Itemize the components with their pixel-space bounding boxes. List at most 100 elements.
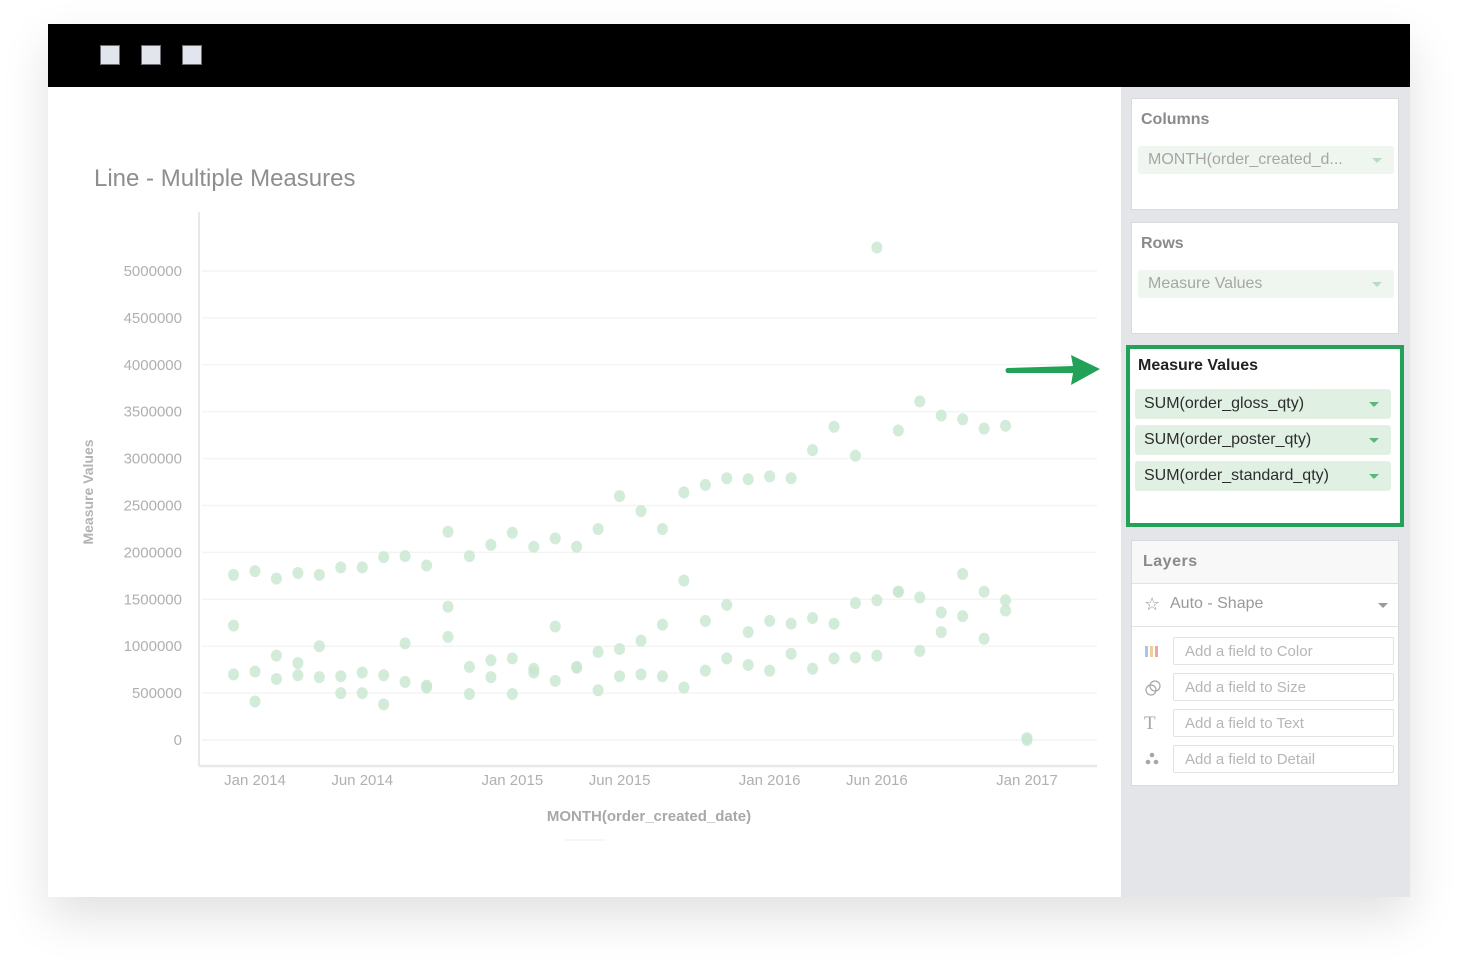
data-point: [785, 647, 797, 660]
text-field-row: T Add a field to Text: [1132, 709, 1398, 739]
data-point: [742, 658, 754, 671]
data-point: [463, 660, 475, 673]
title-bar: [48, 24, 1410, 87]
data-point: [892, 424, 904, 437]
size-icon: [1144, 679, 1162, 697]
data-point: [378, 551, 390, 564]
layers-header: Layers: [1132, 541, 1398, 584]
size-field-placeholder: Add a field to Size: [1185, 679, 1306, 696]
x-tick-label: Jan 2015: [481, 772, 543, 789]
chevron-down-icon[interactable]: [1378, 603, 1388, 608]
data-point: [528, 666, 540, 679]
color-field-row: Add a field to Color: [1132, 637, 1398, 667]
size-field-row: Add a field to Size: [1132, 673, 1398, 703]
columns-shelf: Columns MONTH(order_created_d...: [1131, 98, 1399, 210]
scatter-chart: 0 500000 1000000 1500000 2000000 2500000 30000…: [80, 212, 1097, 841]
data-point: [914, 644, 926, 657]
window-button-1[interactable]: [100, 45, 120, 65]
data-point: [828, 617, 840, 630]
data-point: [807, 444, 819, 457]
data-point: [656, 522, 668, 535]
data-point: [635, 668, 647, 681]
window-button-2[interactable]: [141, 45, 161, 65]
grid-lines: [202, 270, 1097, 741]
window-button-3[interactable]: [182, 45, 202, 65]
chevron-down-icon[interactable]: [1372, 158, 1382, 163]
measure-pill-gloss[interactable]: SUM(order_gloss_qty): [1135, 389, 1391, 419]
data-point: [828, 652, 840, 665]
columns-title: Columns: [1141, 111, 1210, 128]
chevron-down-icon[interactable]: [1372, 282, 1382, 287]
star-icon: ☆: [1144, 594, 1161, 614]
data-point: [785, 617, 797, 630]
detail-field-input[interactable]: Add a field to Detail: [1173, 745, 1394, 773]
data-point: [892, 585, 904, 598]
app-window: Line - Multiple Measures 0 500000 1000000 1…: [48, 24, 1410, 897]
y-tick-label: 2000000: [124, 544, 182, 561]
data-point: [270, 673, 282, 686]
data-point: [485, 654, 497, 667]
data-point: [635, 634, 647, 647]
text-field-input[interactable]: Add a field to Text: [1173, 709, 1394, 737]
data-point: [614, 490, 626, 503]
data-point: [871, 594, 883, 607]
chevron-down-icon[interactable]: [1369, 402, 1379, 407]
data-point: [721, 472, 733, 485]
y-tick-label: 4500000: [124, 310, 182, 327]
columns-field-label: MONTH(order_created_d...: [1148, 151, 1343, 168]
mark-type-label: Auto - Shape: [1170, 595, 1264, 612]
x-tick-label: Jun 2014: [331, 772, 393, 789]
data-point: [935, 606, 947, 619]
axes: [198, 212, 1097, 768]
data-point: [742, 473, 754, 486]
measure-pill-poster[interactable]: SUM(order_poster_qty): [1135, 425, 1391, 455]
y-tick-label: 5000000: [124, 263, 182, 280]
columns-field-pill[interactable]: MONTH(order_created_d...: [1138, 146, 1394, 174]
arrow-icon: [1005, 355, 1100, 385]
data-point: [849, 449, 861, 462]
data-point: [935, 409, 947, 422]
color-field-input[interactable]: Add a field to Color: [1173, 637, 1394, 665]
data-point: [614, 643, 626, 656]
text-field-placeholder: Add a field to Text: [1185, 715, 1304, 732]
data-point: [592, 522, 604, 535]
color-field-placeholder: Add a field to Color: [1185, 643, 1313, 660]
data-point: [1000, 419, 1012, 432]
shelf-sidebar: Columns MONTH(order_created_d... Rows Me…: [1121, 87, 1410, 897]
size-field-input[interactable]: Add a field to Size: [1173, 673, 1394, 701]
data-point: [506, 652, 518, 665]
rows-field-pill[interactable]: Measure Values: [1138, 270, 1394, 298]
text-icon: T: [1144, 713, 1156, 734]
mark-type-select[interactable]: ☆ Auto - Shape: [1132, 584, 1398, 627]
data-point: [442, 630, 454, 643]
data-point: [935, 626, 947, 639]
x-tick-label: Jan 2014: [224, 772, 286, 789]
chevron-down-icon[interactable]: [1369, 438, 1379, 443]
data-point: [399, 675, 411, 688]
chevron-down-icon[interactable]: [1369, 474, 1379, 479]
rows-shelf: Rows Measure Values: [1131, 222, 1399, 334]
detail-field-placeholder: Add a field to Detail: [1185, 751, 1316, 768]
data-point: [699, 478, 711, 491]
data-point: [871, 649, 883, 662]
data-point: [228, 668, 240, 681]
data-point: [571, 540, 583, 553]
data-point: [421, 559, 433, 572]
measure-pill-standard[interactable]: SUM(order_standard_qty): [1135, 461, 1391, 491]
data-point: [292, 669, 304, 682]
data-point: [807, 612, 819, 625]
x-tick-label: Jun 2015: [589, 772, 651, 789]
data-point: [914, 591, 926, 604]
data-point: [270, 572, 282, 585]
data-point: [656, 670, 668, 683]
data-point: [356, 687, 368, 700]
measure-values-title: Measure Values: [1138, 357, 1259, 374]
y-tick-label: 4000000: [124, 357, 182, 374]
data-point: [335, 687, 347, 700]
measure-values-shelf: Measure Values SUM(order_gloss_qty) SUM(…: [1126, 345, 1404, 527]
measure-label: SUM(order_standard_qty): [1144, 467, 1329, 484]
data-point: [335, 670, 347, 683]
x-tick-label: Jun 2016: [846, 772, 908, 789]
data-point: [678, 574, 690, 587]
y-axis-label: Measure Values: [80, 439, 96, 544]
